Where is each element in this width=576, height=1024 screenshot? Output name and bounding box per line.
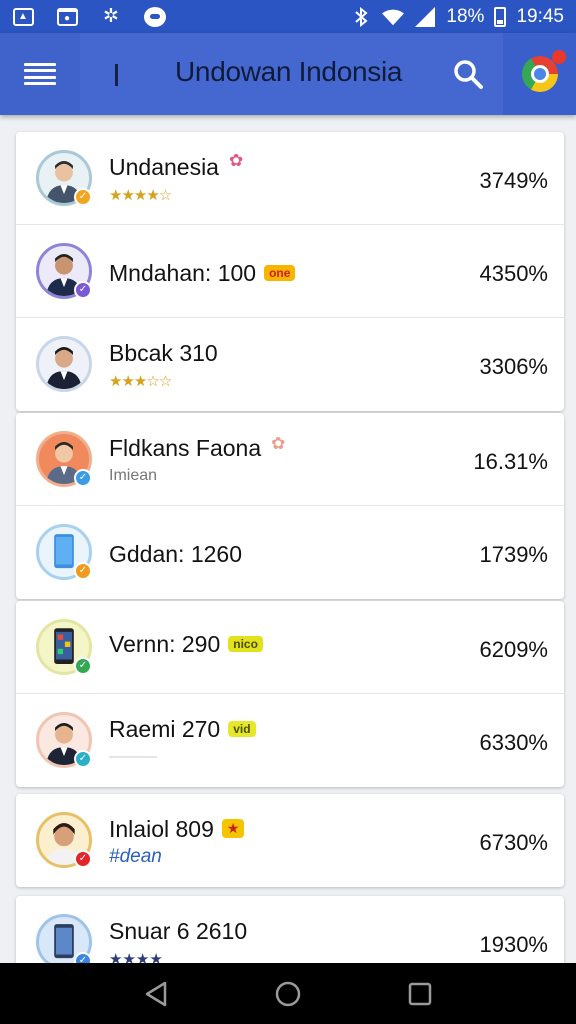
item-title: Fldkans Faona ✿ [109, 433, 286, 461]
list-item[interactable]: ✓ Vernn: 290 nico 6209% [16, 601, 564, 694]
rating-stars: ★★★☆☆ [109, 373, 172, 390]
item-value: 3749% [479, 168, 548, 193]
verified-badge-icon: ✓ [74, 952, 92, 963]
recents-icon [408, 982, 432, 1005]
rating-stars: ★★★★ [109, 951, 163, 963]
results-list[interactable]: ✓ Undanesia ✿ ★★★★☆ 3749% ✓ Mndahan: 100 o… [0, 115, 576, 963]
search-icon [454, 60, 483, 89]
item-value: 6209% [479, 637, 548, 662]
wifi-icon [382, 7, 405, 27]
flower-icon: ✿ [228, 150, 244, 170]
home-button[interactable] [268, 974, 308, 1014]
system-nav-bar [0, 963, 576, 1024]
item-value: 1739% [479, 542, 548, 567]
pinwheel-icon: ✲ [103, 6, 119, 27]
list-card: ✓ Undanesia ✿ ★★★★☆ 3749% ✓ Mndahan: 100 o… [16, 132, 564, 411]
list-card: ✓ Vernn: 290 nico 6209% ✓ Raemi 270 vid ——… [16, 601, 564, 787]
image-icon: ▲ [12, 7, 34, 27]
app-bar: Undowan Indonsia [0, 33, 576, 115]
list-item[interactable]: ✓ Snuar 6 2610 ★★★★ 1930% [16, 896, 564, 963]
status-bar: ▲ ● ✲ 18% 19:45 [0, 0, 576, 33]
battery-icon [494, 6, 507, 27]
status-left-icons: ▲ ● ✲ [12, 6, 166, 27]
item-title: Mndahan: 100 one [109, 260, 296, 287]
menu-button[interactable] [0, 33, 80, 115]
item-title: Raemi 270 vid [109, 716, 256, 743]
list-item[interactable]: ✓ Raemi 270 vid ——— 6330% [16, 694, 564, 787]
home-icon [275, 981, 301, 1006]
chrome-icon [521, 56, 558, 92]
item-value: 6330% [479, 730, 548, 755]
list-item[interactable]: ✓ Mndahan: 100 one 4350% [16, 225, 564, 318]
back-button[interactable] [136, 974, 176, 1014]
signal-icon [414, 6, 436, 27]
avatar [36, 336, 92, 392]
verified-badge-icon: ✓ [74, 750, 92, 768]
item-value: 16.31% [473, 449, 548, 474]
item-title: Bbcak 310 [109, 340, 218, 366]
rating-stars: ★★★★☆ [109, 187, 172, 204]
flower-icon: ✿ [271, 433, 286, 453]
search-button[interactable] [446, 52, 490, 96]
list-item[interactable]: ✓ Gddan: 1260 1739% [16, 506, 564, 599]
list-item[interactable]: ✓ Fldkans Faona ✿ Imiean 16.31% [16, 413, 564, 506]
item-tag: nico [228, 635, 263, 652]
menu-icon [24, 63, 56, 85]
item-tag: vid [228, 720, 256, 737]
item-title: Snuar 6 2610 [109, 918, 248, 944]
battery-percent: 18% [446, 5, 485, 27]
list-card: ✓ Snuar 6 2610 ★★★★ 1930% [16, 896, 564, 963]
page-title: Undowan Indonsia [175, 56, 403, 87]
item-title: Gddan: 1260 [109, 541, 243, 567]
bluetooth-icon [350, 6, 372, 27]
browser-button[interactable] [503, 33, 576, 115]
back-icon [145, 981, 167, 1006]
item-value: 6730% [479, 830, 548, 855]
item-tag: one [264, 264, 296, 281]
verified-badge-icon: ✓ [74, 469, 92, 487]
clock-time: 19:45 [516, 5, 564, 27]
list-card: ✓ Fldkans Faona ✿ Imiean 16.31% ✓ Gddan: … [16, 413, 564, 599]
item-value: 3306% [479, 354, 548, 379]
item-subtitle: #dean [109, 846, 162, 867]
item-subtitle: ——— [109, 748, 157, 765]
text-cursor [115, 64, 118, 86]
verified-badge-icon: ✓ [74, 281, 92, 299]
list-item[interactable]: ✓ Undanesia ✿ ★★★★☆ 3749% [16, 132, 564, 225]
item-title: Undanesia ✿ [109, 150, 244, 180]
notification-dot [552, 50, 566, 64]
verified-badge-icon: ✓ [74, 850, 92, 868]
list-item[interactable]: ✓ Inlaiol 809 ★ #dean 6730% [16, 794, 564, 887]
recents-button[interactable] [400, 974, 440, 1014]
star-tag-icon: ★ [221, 819, 245, 839]
status-right-icons: 18% 19:45 [350, 6, 564, 28]
item-title: Vernn: 290 nico [109, 631, 263, 658]
item-title: Inlaiol 809 ★ [109, 816, 245, 843]
verified-badge-icon: ✓ [74, 188, 92, 206]
verified-badge-icon: ✓ [74, 657, 92, 675]
list-card: ✓ Inlaiol 809 ★ #dean 6730% [16, 794, 564, 887]
list-item[interactable]: Bbcak 310 ★★★☆☆ 3306% [16, 318, 564, 411]
item-subtitle: Imiean [109, 467, 158, 484]
item-value: 4350% [479, 261, 548, 286]
message-icon [144, 6, 166, 27]
folder-icon: ● [56, 7, 78, 27]
item-value: 1930% [479, 932, 548, 957]
verified-badge-icon: ✓ [74, 562, 92, 580]
